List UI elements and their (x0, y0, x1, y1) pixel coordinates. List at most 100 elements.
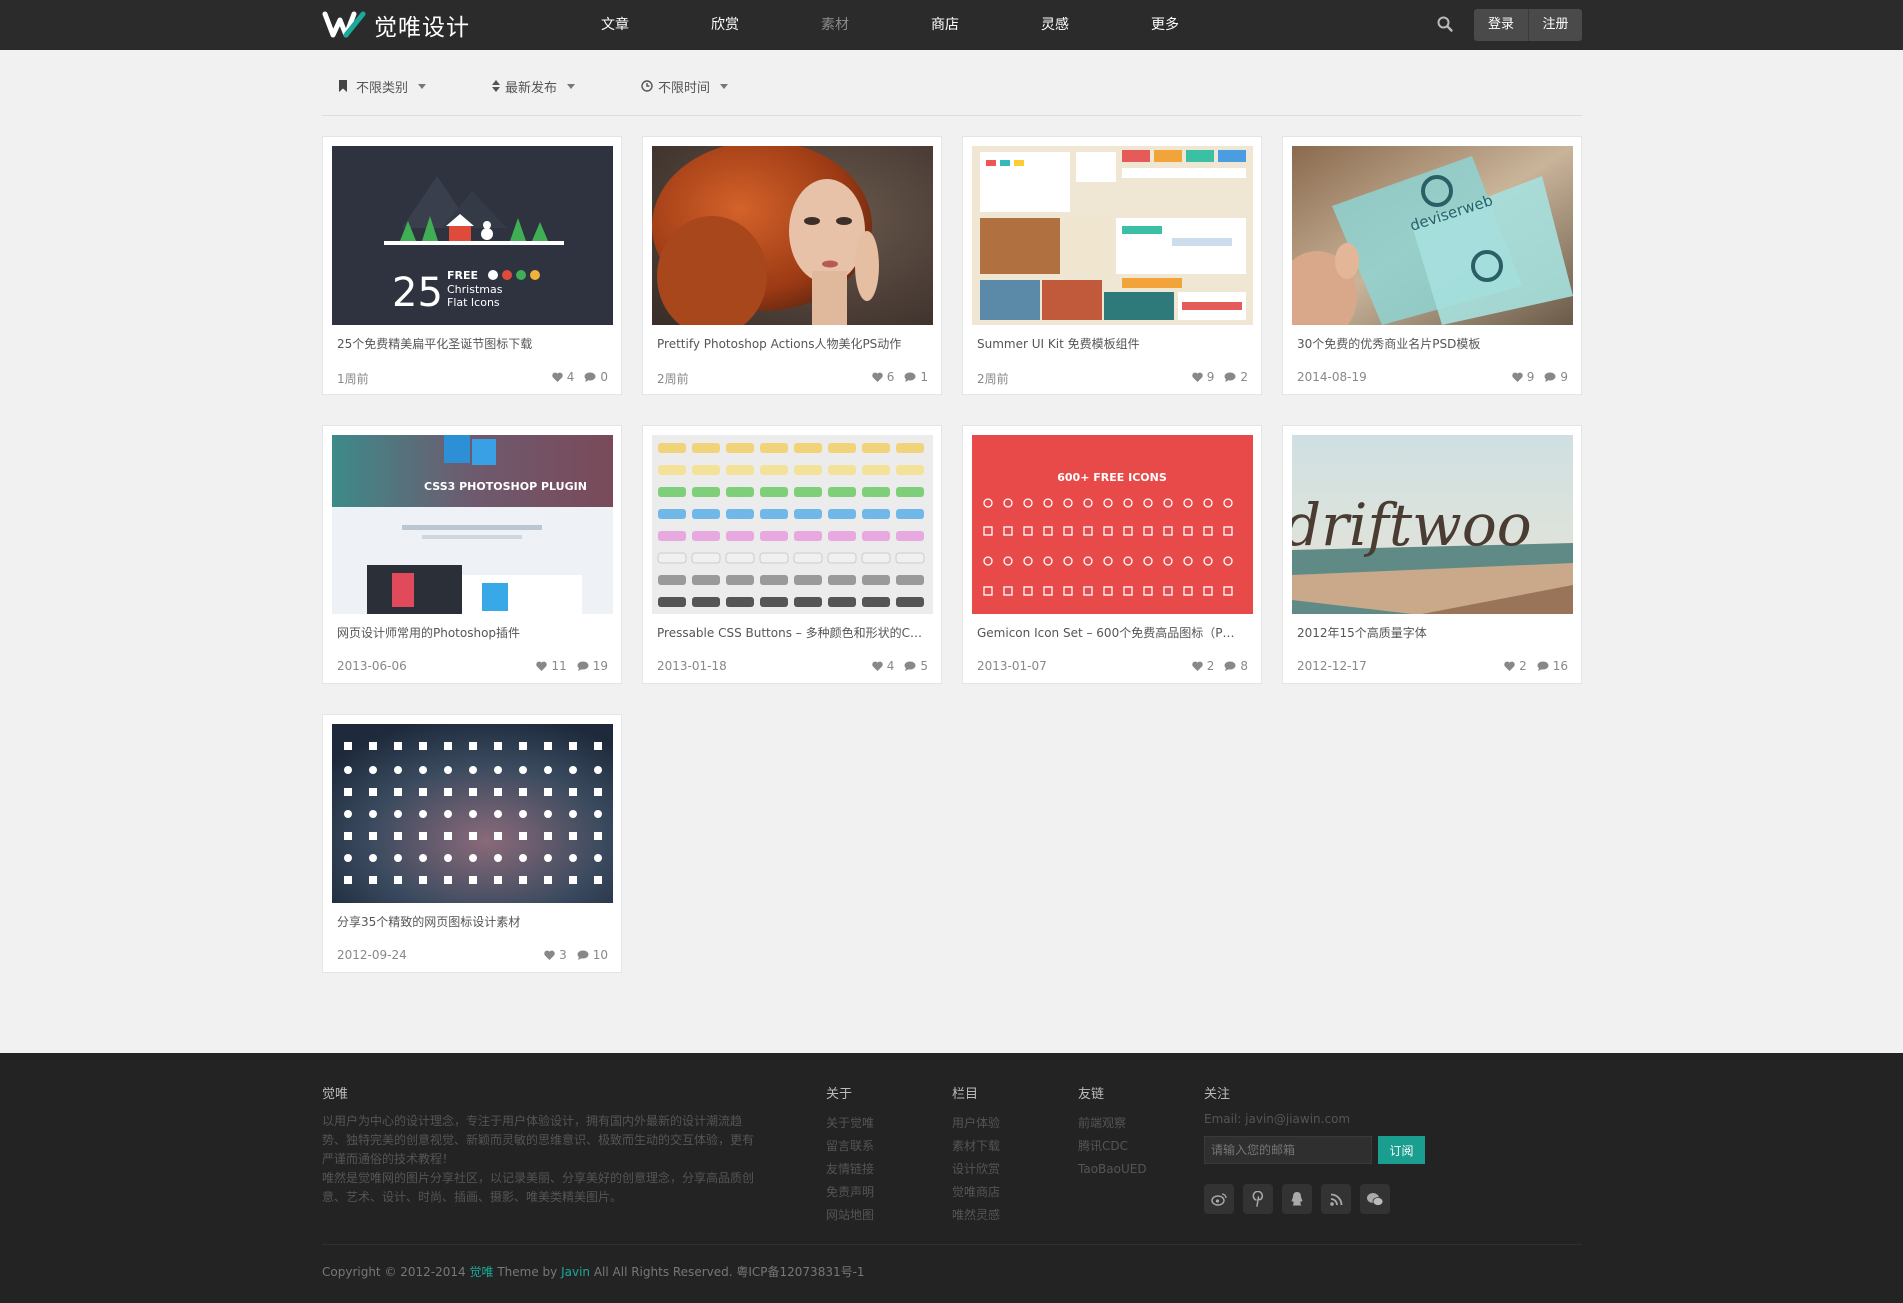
footer-about-heading: 觉唯 (322, 1087, 349, 1102)
post-title[interactable]: Gemicon Icon Set – 600个免费高品图标（P… (977, 624, 1249, 641)
footer-link[interactable]: 觉唯商店 (952, 1181, 1000, 1204)
post-title[interactable]: 网页设计师常用的Photoshop插件 (337, 624, 609, 641)
comment-icon (1224, 372, 1236, 382)
footer-link[interactable]: 友情链接 (826, 1158, 874, 1181)
auth-buttons: 登录 注册 (1474, 9, 1582, 41)
post-title[interactable]: 分享35个精致的网页图标设计素材 (337, 913, 609, 930)
footer-link[interactable]: 留言联系 (826, 1135, 874, 1158)
post-date: 2012-12-17 (1297, 659, 1367, 673)
comment-count: 2 (1240, 370, 1248, 384)
post-date: 2012-09-24 (337, 948, 407, 962)
post-thumbnail[interactable]: driftwoo (1292, 435, 1573, 614)
footer-col-heading: 友链 (1078, 1087, 1105, 1102)
comment-icon (577, 661, 589, 671)
footer-link[interactable]: 免责声明 (826, 1181, 874, 1204)
time-filter-label: 不限时间 (658, 80, 711, 96)
site-logo[interactable]: 觉唯设计 (322, 9, 470, 41)
copyright-author-link[interactable]: Javin (561, 1265, 590, 1279)
nav-item-shop[interactable]: 商店 (890, 0, 1000, 50)
comment-count: 1 (920, 370, 928, 384)
post-thumbnail[interactable] (652, 435, 933, 614)
footer-col-about: 关于 关于觉唯 留言联系 友情链接 免责声明 网站地图 (826, 1083, 874, 1227)
footer-link[interactable]: TaoBaoUED (1078, 1158, 1147, 1181)
wechat-icon[interactable] (1360, 1184, 1390, 1214)
footer-link[interactable]: 前端观察 (1078, 1112, 1147, 1135)
footer-col-sections: 栏目 用户体验 素材下载 设计欣赏 觉唯商店 唯然灵感 (952, 1083, 1000, 1227)
post-thumbnail[interactable]: 600+ FREE ICONS (972, 435, 1253, 614)
post-thumbnail[interactable]: 25 FREE Christmas Flat Icons (332, 146, 613, 325)
comment-count: 19 (592, 659, 608, 673)
subscribe-button[interactable]: 订阅 (1378, 1136, 1425, 1164)
comment-count: 9 (1560, 370, 1568, 384)
login-button[interactable]: 登录 (1474, 9, 1528, 41)
copyright-site-link[interactable]: 觉唯 (470, 1265, 494, 1279)
post-title[interactable]: 2012年15个高质量字体 (1297, 624, 1569, 641)
post-card[interactable]: 25 FREE Christmas Flat Icons 25个免费精美扁平化圣… (322, 136, 622, 395)
post-card[interactable]: deviserweb 30个免费的优秀商业名片PSD模板 2014-08-19 … (1282, 136, 1582, 395)
plugin-title: CSS3 PHOTOSHOP PLUGIN (424, 480, 587, 493)
post-card[interactable]: Prettify Photoshop Actions人物美化PS动作 2周前 6… (642, 136, 942, 395)
post-thumbnail[interactable] (652, 146, 933, 325)
footer-follow-heading: 关注 (1204, 1087, 1231, 1102)
post-card[interactable]: CSS3 PHOTOSHOP PLUGIN 网页设计师常用的Photoshop插… (322, 425, 622, 684)
chevron-down-icon (567, 83, 576, 89)
post-title[interactable]: Summer UI Kit 免费模板组件 (977, 335, 1249, 352)
nav-item-more[interactable]: 更多 (1110, 0, 1220, 50)
post-date: 2014-08-19 (1297, 370, 1367, 384)
footer-link[interactable]: 腾讯CDC (1078, 1135, 1147, 1158)
chevron-down-icon (720, 83, 729, 89)
post-thumbnail[interactable] (332, 724, 613, 903)
heart-icon (871, 372, 883, 382)
footer-divider (322, 1244, 1582, 1245)
footer-about: 觉唯 以用户为中心的设计理念，专注于用户体验设计，拥有国内外最新的设计潮流趋势、… (322, 1083, 760, 1207)
comment-icon (904, 661, 916, 671)
footer-link[interactable]: 素材下载 (952, 1135, 1000, 1158)
category-filter[interactable]: 不限类别 (338, 68, 427, 104)
comment-icon (904, 372, 916, 382)
post-card[interactable]: 600+ FREE ICONS Gemicon Icon Set – 600个免… (962, 425, 1262, 684)
footer-col-heading: 关于 (826, 1087, 853, 1102)
footer-link[interactable]: 唯然灵感 (952, 1204, 1000, 1227)
copyright-theme-by: Theme by (493, 1265, 562, 1279)
pinterest-icon[interactable] (1243, 1184, 1273, 1214)
main-nav: 文章 欣赏 素材 商店 灵感 更多 (560, 0, 1220, 50)
footer-link[interactable]: 网站地图 (826, 1204, 874, 1227)
qq-icon[interactable] (1282, 1184, 1312, 1214)
register-button[interactable]: 注册 (1528, 9, 1582, 41)
post-card[interactable]: 分享35个精致的网页图标设计素材 2012-09-24 3 10 (322, 714, 622, 973)
footer-link[interactable]: 关于觉唯 (826, 1112, 874, 1135)
christmas-free: FREE (447, 269, 478, 282)
post-card[interactable]: driftwoo 2012年15个高质量字体 2012-12-17 2 16 (1282, 425, 1582, 684)
post-title[interactable]: Pressable CSS Buttons – 多种颜色和形状的CSS… (657, 624, 929, 641)
weibo-icon[interactable] (1204, 1184, 1234, 1214)
footer-email: Email: javin@jiawin.com (1204, 1112, 1351, 1126)
footer-link[interactable]: 用户体验 (952, 1112, 1000, 1135)
nav-item-articles[interactable]: 文章 (560, 0, 670, 50)
copyright: Copyright © 2012-2014 觉唯 Theme by Javin … (322, 1263, 865, 1280)
nav-item-inspiration[interactable]: 灵感 (1000, 0, 1110, 50)
post-thumbnail[interactable]: CSS3 PHOTOSHOP PLUGIN (332, 435, 613, 614)
post-thumbnail[interactable]: deviserweb (1292, 146, 1573, 325)
post-stats: 2 16 (1504, 659, 1568, 673)
footer-link[interactable]: 设计欣赏 (952, 1158, 1000, 1181)
post-thumbnail[interactable] (972, 146, 1253, 325)
post-card[interactable]: Pressable CSS Buttons – 多种颜色和形状的CSS… 201… (642, 425, 942, 684)
sort-filter[interactable]: 最新发布 (492, 68, 576, 104)
post-card[interactable]: Summer UI Kit 免费模板组件 2周前 9 2 (962, 136, 1262, 395)
rss-icon[interactable] (1321, 1184, 1351, 1214)
subscribe-email-input[interactable] (1204, 1136, 1372, 1164)
nav-item-materials[interactable]: 素材 (780, 0, 890, 50)
like-count: 2 (1519, 659, 1527, 673)
site-footer: 觉唯 以用户为中心的设计理念，专注于用户体验设计，拥有国内外最新的设计潮流趋势、… (0, 1053, 1903, 1303)
post-title[interactable]: Prettify Photoshop Actions人物美化PS动作 (657, 335, 929, 352)
logo-text: 觉唯设计 (374, 15, 470, 41)
post-stats: 6 1 (871, 370, 928, 384)
post-title[interactable]: 25个免费精美扁平化圣诞节图标下载 (337, 335, 609, 352)
sort-filter-label: 最新发布 (505, 80, 558, 96)
post-title[interactable]: 30个免费的优秀商业名片PSD模板 (1297, 335, 1569, 352)
time-filter[interactable]: 不限时间 (641, 68, 729, 104)
search-icon[interactable] (1436, 15, 1456, 35)
like-count: 3 (559, 948, 567, 962)
like-count: 6 (886, 370, 895, 384)
nav-item-gallery[interactable]: 欣赏 (670, 0, 780, 50)
